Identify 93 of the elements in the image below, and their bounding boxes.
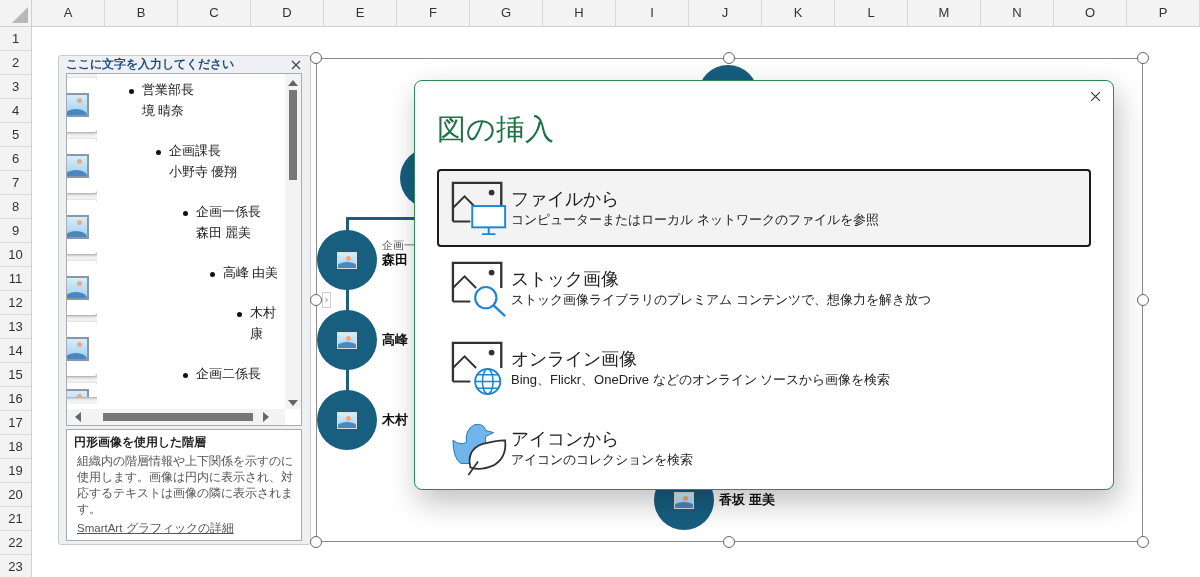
column-header[interactable]: P: [1127, 0, 1200, 26]
row-header[interactable]: 10: [0, 243, 31, 267]
picture-placeholder-icon[interactable]: [674, 491, 694, 509]
picture-placeholder-icon[interactable]: [67, 322, 97, 376]
column-header[interactable]: M: [908, 0, 981, 26]
bullet-icon: [237, 312, 242, 317]
row-header[interactable]: 17: [0, 411, 31, 435]
column-header[interactable]: E: [324, 0, 397, 26]
node-circle[interactable]: [317, 390, 377, 450]
row-header[interactable]: 14: [0, 339, 31, 363]
picture-placeholder-icon[interactable]: [337, 411, 357, 429]
outline-item-text[interactable]: 高峰 由美: [223, 263, 279, 284]
row-header[interactable]: 13: [0, 315, 31, 339]
row-header[interactable]: 9: [0, 219, 31, 243]
close-icon[interactable]: [1090, 91, 1101, 102]
picture-source-option[interactable]: アイコンから アイコンのコレクションを検索: [437, 409, 1091, 487]
layout-title: 円形画像を使用した階層: [74, 434, 207, 451]
resize-handle[interactable]: [310, 294, 322, 306]
picture-placeholder-icon[interactable]: [337, 251, 357, 269]
picture-placeholder-icon[interactable]: [67, 200, 97, 254]
picture-magnifier-icon: [451, 259, 509, 317]
row-header[interactable]: 21: [0, 507, 31, 531]
selection-border[interactable]: [316, 58, 1143, 542]
node-circle[interactable]: [317, 230, 377, 290]
row-header[interactable]: 2: [0, 51, 31, 75]
column-header[interactable]: L: [835, 0, 908, 26]
node-role[interactable]: 企画一: [382, 238, 415, 253]
row-header[interactable]: 6: [0, 147, 31, 171]
bullet-icon: [210, 272, 215, 277]
column-header[interactable]: A: [32, 0, 105, 26]
node-name[interactable]: 香坂 亜美: [719, 491, 775, 509]
row-header[interactable]: 4: [0, 99, 31, 123]
row-header[interactable]: 22: [0, 531, 31, 555]
bullet-icon: [183, 373, 188, 378]
bullet-icon: [129, 89, 134, 94]
resize-handle[interactable]: [310, 536, 322, 548]
outline-item-text[interactable]: 企画一係長 森田 麗美: [196, 202, 261, 244]
column-header[interactable]: N: [981, 0, 1054, 26]
column-header[interactable]: G: [470, 0, 543, 26]
resize-handle[interactable]: [723, 52, 735, 64]
outline-item-text[interactable]: 営業部長 境 晴奈: [142, 80, 194, 122]
node-name[interactable]: 森田: [382, 251, 408, 269]
resize-handle[interactable]: [1137, 52, 1149, 64]
picture-placeholder-icon[interactable]: [67, 139, 97, 193]
row-header[interactable]: 5: [0, 123, 31, 147]
pane-title: ここに文字を入力してください: [66, 56, 234, 73]
row-header[interactable]: 15: [0, 363, 31, 387]
row-header[interactable]: 23: [0, 555, 31, 577]
node-circle[interactable]: [317, 310, 377, 370]
row-header[interactable]: 19: [0, 459, 31, 483]
row-header[interactable]: 20: [0, 483, 31, 507]
node-name[interactable]: 木村: [382, 411, 408, 429]
column-header[interactable]: K: [762, 0, 835, 26]
picture-source-option[interactable]: ストック画像 ストック画像ライブラリのプレミアム コンテンツで、想像力を解き放つ: [437, 249, 1091, 327]
column-header[interactable]: C: [178, 0, 251, 26]
outline-item-text[interactable]: 木村 康: [250, 303, 276, 345]
resize-handle[interactable]: [1137, 536, 1149, 548]
resize-handle[interactable]: [723, 536, 735, 548]
row-header[interactable]: 16: [0, 387, 31, 411]
layout-description: 組織内の階層情報や上下関係を示すのに使用します。画像は円内に表示され、対応するテキストは画像の隣に表示されます。: [76, 454, 294, 517]
column-header[interactable]: B: [105, 0, 178, 26]
dialog-title: 図の挿入: [437, 112, 555, 147]
column-header[interactable]: D: [251, 0, 324, 26]
picture-source-option[interactable]: ファイルから コンピューターまたはローカル ネットワークのファイルを参照: [437, 169, 1091, 247]
column-header[interactable]: H: [543, 0, 616, 26]
picture-placeholder-icon[interactable]: [67, 383, 97, 397]
picture-placeholder-icon[interactable]: [67, 78, 97, 132]
vertical-scrollbar[interactable]: [285, 74, 301, 409]
node-name[interactable]: 高峰: [382, 331, 408, 349]
picture-monitor-icon: [451, 179, 509, 237]
row-header[interactable]: 1: [0, 27, 31, 51]
outline-item-text[interactable]: 企画課長 小野寺 優翔: [169, 141, 238, 183]
resize-handle[interactable]: [310, 52, 322, 64]
details-link[interactable]: SmartArt グラフィックの詳細: [74, 521, 234, 536]
outline-item-text[interactable]: 企画二係長: [196, 364, 261, 385]
row-header[interactable]: 11: [0, 267, 31, 291]
row-header[interactable]: 18: [0, 435, 31, 459]
picture-placeholder-icon[interactable]: [67, 261, 97, 315]
row-header[interactable]: 12: [0, 291, 31, 315]
row-header[interactable]: 3: [0, 75, 31, 99]
column-header[interactable]: F: [397, 0, 470, 26]
bullet-icon: [156, 150, 161, 155]
picture-placeholder-icon[interactable]: [337, 331, 357, 349]
row-header[interactable]: 8: [0, 195, 31, 219]
bullet-icon: [183, 211, 188, 216]
row-header[interactable]: 7: [0, 171, 31, 195]
column-header[interactable]: I: [616, 0, 689, 26]
column-header[interactable]: J: [689, 0, 762, 26]
close-icon[interactable]: [291, 59, 301, 70]
horizontal-scrollbar[interactable]: [67, 409, 285, 425]
picture-source-option[interactable]: オンライン画像 Bing、Flickr、OneDrive などのオンライン ソースから画像を検索: [437, 329, 1091, 407]
column-header[interactable]: O: [1054, 0, 1127, 26]
resize-handle[interactable]: [1137, 294, 1149, 306]
